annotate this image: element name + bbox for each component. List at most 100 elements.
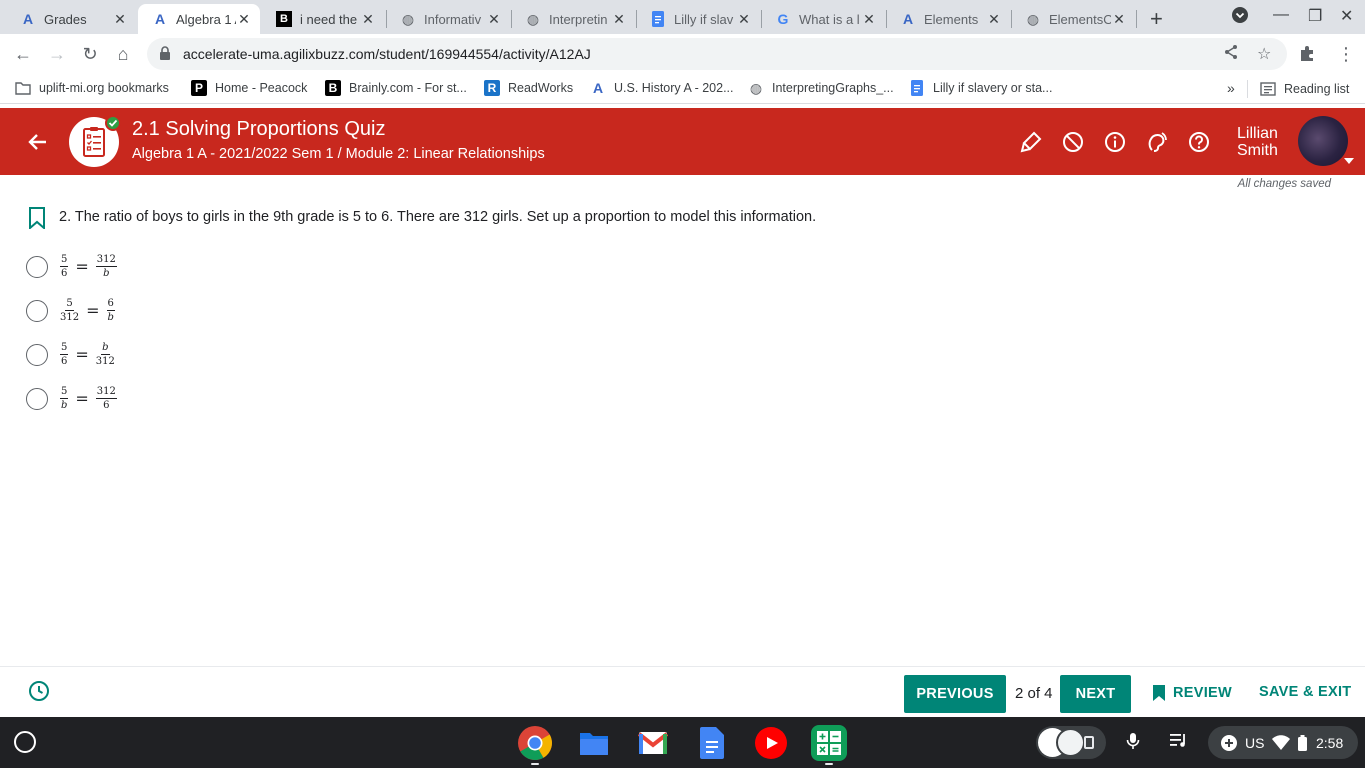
playlist-icon[interactable]: [1170, 732, 1188, 751]
status-tray[interactable]: US 2:58: [1208, 726, 1358, 759]
brainly-icon: B: [276, 11, 292, 27]
youtube-app-icon[interactable]: [753, 725, 789, 761]
tab-brainly[interactable]: B i need the ✕: [262, 4, 384, 34]
tab-elementso[interactable]: ◍ ElementsO ✕: [1011, 4, 1135, 34]
answer-option-3[interactable]: 56 = b 312: [26, 342, 115, 367]
globe-icon: ◍: [1026, 10, 1040, 27]
bookmark-peacock[interactable]: P Home - Peacock: [191, 80, 307, 96]
tab-lilly[interactable]: Lilly if slav ✕: [636, 4, 760, 34]
reload-icon[interactable]: ↻: [78, 42, 102, 66]
close-icon[interactable]: ✕: [486, 11, 502, 28]
review-button[interactable]: REVIEW: [1152, 684, 1232, 702]
clipboard-icon: [1084, 736, 1094, 749]
radio-button[interactable]: [26, 299, 48, 322]
tab-grades[interactable]: A Grades ✕: [6, 4, 136, 34]
window-close-icon[interactable]: ✕: [1340, 6, 1353, 26]
close-icon[interactable]: ✕: [611, 11, 627, 28]
text-to-speech-icon[interactable]: [1145, 130, 1169, 154]
user-name[interactable]: Lillian Smith: [1237, 125, 1278, 159]
tab-strip: A Grades ✕ A Algebra 1 A ✕ B i need the …: [0, 0, 1365, 34]
question-text: 2. The ratio of boys to girls in the 9th…: [59, 209, 817, 225]
new-tab-icon[interactable]: +: [1150, 6, 1163, 32]
agilix-icon: A: [902, 11, 914, 27]
add-circle-icon: [1221, 735, 1237, 751]
prohibit-icon[interactable]: [1061, 130, 1085, 154]
answer-option-2[interactable]: 5 312 = 6b: [26, 298, 115, 323]
globe-icon: ◍: [749, 79, 763, 96]
tab-elements[interactable]: A Elements ✕: [886, 4, 1010, 34]
tab-algebra[interactable]: A Algebra 1 A ✕: [138, 4, 260, 34]
close-icon[interactable]: ✕: [861, 11, 877, 28]
clock-time: 2:58: [1316, 735, 1344, 751]
option-equation: 5b = 312 6: [60, 386, 117, 411]
forward-arrow-icon[interactable]: →: [45, 42, 69, 66]
calculator-app-icon[interactable]: [811, 725, 847, 761]
info-icon[interactable]: [1103, 130, 1127, 154]
bookmark-readworks[interactable]: R ReadWorks: [484, 80, 573, 96]
holding-space-tray[interactable]: [1036, 726, 1106, 759]
brainly-icon: B: [325, 80, 341, 96]
browser-toolbar: ← → ↻ ⌂ accelerate-uma.agilixbuzz.com/st…: [0, 34, 1365, 74]
extensions-icon[interactable]: [1298, 44, 1316, 67]
launcher-icon[interactable]: [14, 731, 36, 753]
minimize-icon[interactable]: —: [1273, 6, 1289, 24]
bookmark-uplift[interactable]: uplift-mi.org bookmarks: [15, 80, 169, 96]
bookmark-brainly[interactable]: B Brainly.com - For st...: [325, 80, 467, 96]
star-icon[interactable]: ☆: [1257, 44, 1271, 64]
lock-icon: [160, 46, 170, 60]
quiz-footer: PREVIOUS 2 of 4 NEXT REVIEW SAVE & EXIT: [0, 666, 1365, 717]
bookmark-flag-icon[interactable]: [28, 207, 46, 229]
reading-list-button[interactable]: Reading list: [1247, 80, 1349, 98]
close-icon[interactable]: ✕: [1111, 11, 1127, 28]
share-icon[interactable]: [1223, 44, 1239, 65]
close-icon[interactable]: ✕: [986, 11, 1002, 28]
gmail-app-icon[interactable]: [635, 725, 671, 761]
tab-informativ[interactable]: ◍ Informativ ✕: [386, 4, 510, 34]
save-exit-button[interactable]: SAVE & EXIT: [1259, 684, 1351, 700]
bookmarks-bar: uplift-mi.org bookmarks P Home - Peacock…: [0, 74, 1365, 104]
clock-icon[interactable]: [28, 680, 50, 702]
breadcrumb[interactable]: Algebra 1 A - 2021/2022 Sem 1 / Module 2…: [132, 146, 545, 162]
next-button[interactable]: NEXT: [1060, 675, 1131, 713]
microphone-icon[interactable]: [1126, 732, 1140, 753]
home-icon[interactable]: ⌂: [111, 42, 135, 66]
back-arrow-icon[interactable]: ←: [11, 42, 35, 66]
option-equation: 5 312 = 6b: [60, 298, 115, 323]
highlighter-icon[interactable]: [1019, 130, 1043, 154]
bookmark-us-history[interactable]: A U.S. History A - 202...: [590, 80, 734, 96]
tab-what-is[interactable]: G What is a l ✕: [761, 4, 885, 34]
agilix-icon: A: [22, 11, 34, 27]
docs-app-icon[interactable]: [694, 725, 730, 761]
restore-icon[interactable]: ❐: [1308, 6, 1322, 26]
close-icon[interactable]: ✕: [360, 11, 376, 28]
more-bookmarks-button[interactable]: »: [1227, 80, 1235, 96]
bookmark-lilly[interactable]: Lilly if slavery or sta...: [909, 80, 1052, 96]
back-arrow-icon[interactable]: [24, 128, 52, 156]
radio-button[interactable]: [26, 255, 48, 278]
tab-interpretin[interactable]: ◍ Interpretin ✕: [511, 4, 635, 34]
globe-icon: ◍: [526, 10, 540, 27]
answer-option-4[interactable]: 5b = 312 6: [26, 386, 117, 411]
docs-icon: [650, 11, 666, 27]
menu-kebab-icon[interactable]: ⋮: [1337, 44, 1355, 65]
close-icon[interactable]: ✕: [112, 11, 128, 28]
avatar[interactable]: [1298, 116, 1348, 166]
help-icon[interactable]: [1187, 130, 1211, 154]
folder-icon: [15, 80, 31, 96]
radio-button[interactable]: [26, 387, 48, 410]
chevron-down-icon[interactable]: [1344, 158, 1354, 164]
address-bar[interactable]: accelerate-uma.agilixbuzz.com/student/16…: [147, 38, 1287, 70]
url-text: accelerate-uma.agilixbuzz.com/student/16…: [183, 46, 591, 62]
close-icon[interactable]: ✕: [236, 11, 252, 28]
close-icon[interactable]: ✕: [736, 11, 752, 28]
peacock-icon: P: [191, 80, 207, 96]
bookmark-interpreting-graphs[interactable]: ◍ InterpretingGraphs_...: [748, 80, 894, 96]
completed-check-icon: [105, 115, 121, 131]
tab-search-icon[interactable]: [1231, 6, 1249, 29]
answer-option-1[interactable]: 56 = 312 b: [26, 254, 117, 279]
divider: [1247, 80, 1248, 98]
files-app-icon[interactable]: [576, 725, 612, 761]
radio-button[interactable]: [26, 343, 48, 366]
previous-button[interactable]: PREVIOUS: [904, 675, 1006, 713]
chrome-app-icon[interactable]: [517, 725, 553, 761]
